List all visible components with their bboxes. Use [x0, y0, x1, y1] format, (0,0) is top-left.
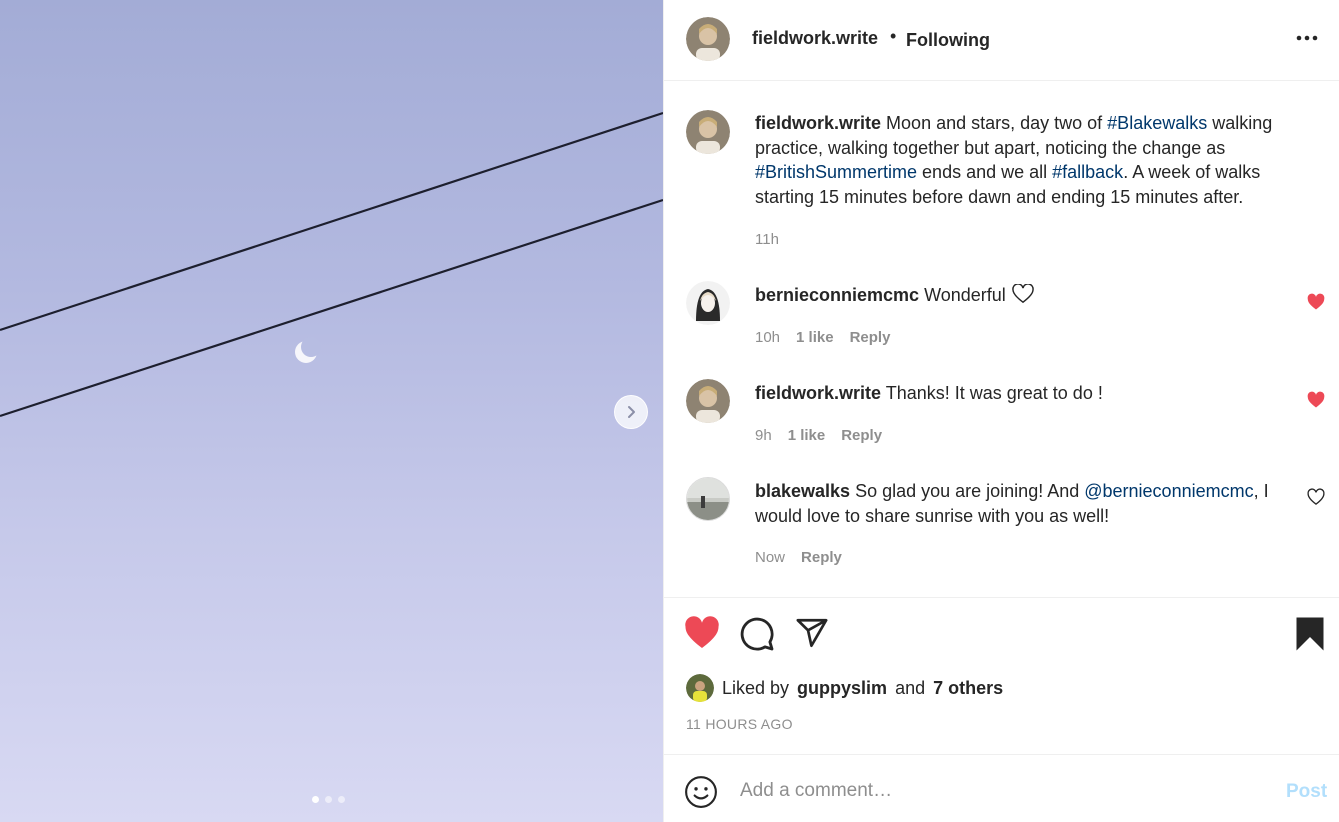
caption-meta: 11h [755, 231, 779, 248]
comment-text: bernieconniemcmc Wonderful [755, 283, 1295, 308]
bookmark-icon[interactable] [1294, 616, 1326, 652]
likes-summary: Liked by guppyslim and 7 others [686, 674, 1003, 702]
following-button[interactable]: Following [906, 30, 990, 51]
carousel-indicator [312, 796, 345, 803]
share-icon[interactable] [794, 616, 830, 650]
like-heart-icon[interactable] [684, 616, 720, 650]
mention-link[interactable]: @bernieconniemcmc [1084, 481, 1253, 501]
post-timestamp[interactable]: 11 HOURS AGO [686, 716, 793, 732]
avatar[interactable] [686, 110, 730, 154]
comment-like-heart-icon[interactable] [1307, 488, 1325, 506]
comment-time[interactable]: 10h [755, 329, 780, 346]
comment-like-heart-icon[interactable] [1307, 391, 1325, 409]
post-photo [0, 0, 663, 822]
comment-meta: Now Reply [755, 549, 842, 566]
comment-likes[interactable]: 1 like [788, 427, 826, 444]
post-actions: Liked by guppyslim and 7 others 11 HOURS… [664, 597, 1339, 754]
comment-meta: 9h 1 like Reply [755, 427, 882, 444]
caption-time[interactable]: 11h [755, 231, 779, 248]
emoji-icon[interactable] [684, 775, 718, 809]
likes-and: and [895, 677, 926, 698]
more-options-icon[interactable] [1292, 28, 1322, 48]
carousel-dot [312, 796, 319, 803]
likes-others-button[interactable]: 7 others [933, 678, 1003, 699]
heart-emoji-icon [1012, 283, 1034, 304]
reply-button[interactable]: Reply [841, 427, 882, 444]
comment-body: Thanks! It was great to do ! [885, 383, 1103, 403]
author-username[interactable]: fieldwork.write [752, 28, 878, 49]
caption-text: fieldwork.write Moon and stars, day two … [755, 111, 1295, 209]
carousel-dot [338, 796, 345, 803]
avatar[interactable] [686, 477, 730, 521]
moon-icon [295, 337, 321, 363]
post-comment-button[interactable]: Post [1286, 781, 1327, 803]
comment-meta: 10h 1 like Reply [755, 329, 890, 346]
avatar[interactable] [686, 379, 730, 423]
hashtag-link[interactable]: #BritishSummertime [755, 162, 917, 182]
comment-like-heart-icon[interactable] [1307, 293, 1325, 311]
add-comment-bar: Post [664, 754, 1339, 822]
comment-body: Wonderful [924, 285, 1006, 305]
author-avatar[interactable] [686, 17, 730, 61]
post-side-panel: fieldwork.write • Following fieldwork.wr… [663, 0, 1339, 822]
comment-username[interactable]: blakewalks [755, 481, 850, 501]
carousel-next-button[interactable] [614, 395, 648, 429]
likes-prefix: Liked by [722, 677, 790, 698]
comment-username[interactable]: fieldwork.write [755, 383, 881, 403]
reply-button[interactable]: Reply [850, 329, 891, 346]
comment-time[interactable]: Now [755, 549, 785, 566]
carousel-dot [325, 796, 332, 803]
hashtag-link[interactable]: #fallback [1052, 162, 1123, 182]
add-comment-input[interactable] [740, 775, 1280, 807]
comments-list: fieldwork.write Moon and stars, day two … [664, 81, 1339, 597]
post-header: fieldwork.write • Following [664, 0, 1339, 81]
comment-text: blakewalks So glad you are joining! And … [755, 479, 1295, 528]
caption-segment: Moon and stars, day two of [886, 113, 1108, 133]
caption-segment: ends and we all [917, 162, 1053, 182]
hashtag-link[interactable]: #Blakewalks [1107, 113, 1207, 133]
liker-username[interactable]: guppyslim [797, 678, 887, 699]
caption-username[interactable]: fieldwork.write [755, 113, 881, 133]
comment-username[interactable]: bernieconniemcmc [755, 285, 919, 305]
avatar[interactable] [686, 281, 730, 325]
chevron-right-icon [628, 406, 635, 418]
header-separator: • [890, 26, 897, 46]
power-lines-image [0, 111, 663, 418]
comment-likes[interactable]: 1 like [796, 329, 834, 346]
comment-time[interactable]: 9h [755, 427, 772, 444]
reply-button[interactable]: Reply [801, 549, 842, 566]
comment-body: So glad you are joining! And [855, 481, 1085, 501]
comment-icon[interactable] [739, 616, 775, 652]
liker-avatar[interactable] [686, 674, 714, 702]
comment-text: fieldwork.write Thanks! It was great to … [755, 381, 1295, 406]
